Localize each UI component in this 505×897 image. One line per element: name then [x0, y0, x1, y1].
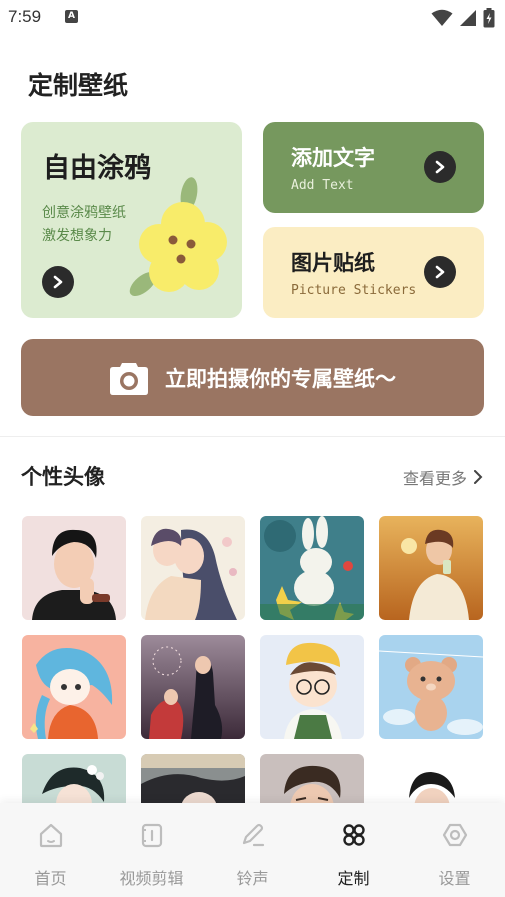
bottom-nav: 首页 视频剪辑 铃声 定制 设置: [0, 803, 505, 897]
avatar-thumb[interactable]: [22, 516, 126, 620]
customize-icon: [338, 819, 370, 851]
camera-button[interactable]: 立即拍摄你的专属壁纸～: [21, 339, 484, 416]
signal-icon: [460, 10, 476, 26]
section-divider: [0, 436, 505, 437]
sticker-arrow-button[interactable]: [424, 256, 456, 288]
avatar-couple-fireworks: [141, 635, 245, 739]
flower-illustration: [129, 177, 227, 296]
chevron-right-icon: [53, 275, 63, 289]
avatar-thumb[interactable]: [22, 635, 126, 739]
add-text-card[interactable]: 添加文字 Add Text: [263, 122, 484, 213]
avatar-thumb[interactable]: [260, 516, 364, 620]
avatar-bear-sky: [379, 635, 483, 739]
video-edit-icon: [136, 819, 168, 851]
view-more-link[interactable]: 查看更多: [403, 465, 483, 489]
camera-button-label: 立即拍摄你的专属壁纸～: [165, 366, 396, 391]
sticker-subtitle: Picture Stickers: [291, 283, 417, 298]
doodle-desc-line2: 激发想象力: [42, 228, 112, 244]
nav-item-video-edit[interactable]: 视频剪辑: [101, 803, 202, 897]
sticker-card[interactable]: 图片贴纸 Picture Stickers: [263, 227, 484, 318]
nav-item-settings[interactable]: 设置: [404, 803, 505, 897]
nav-item-home[interactable]: 首页: [0, 803, 101, 897]
avatar-blue-hair-girl: [22, 635, 126, 739]
chevron-right-icon: [435, 265, 445, 279]
nav-label: 设置: [438, 869, 471, 888]
home-icon: [35, 819, 67, 851]
nav-item-customize[interactable]: 定制: [303, 803, 404, 897]
add-text-subtitle: Add Text: [291, 178, 354, 193]
avatar-boy-black-shirt: [22, 516, 126, 620]
nav-label: 首页: [34, 869, 67, 888]
nav-label: 铃声: [236, 869, 269, 888]
doodle-desc-line1: 创意涂鸦壁纸: [42, 205, 126, 221]
add-text-arrow-button[interactable]: [424, 151, 456, 183]
wifi-icon: [431, 9, 453, 26]
settings-icon: [439, 819, 471, 851]
doodle-card-desc: 创意涂鸦壁纸 激发想象力: [42, 202, 126, 248]
status-icons: [431, 8, 495, 28]
sticker-title: 图片贴纸: [291, 251, 375, 275]
camera-icon: [110, 362, 148, 395]
avatar-thumb[interactable]: [379, 635, 483, 739]
notification-icon: A: [65, 10, 78, 23]
avatar-cartoon-boy-glasses: [260, 635, 364, 739]
status-time: 7:59: [8, 7, 42, 26]
avatar-thumb[interactable]: [141, 635, 245, 739]
avatar-thumb[interactable]: [379, 516, 483, 620]
page-title: 定制壁纸: [28, 71, 129, 100]
nav-label: 视频剪辑: [119, 869, 184, 888]
avatar-thumb[interactable]: [260, 635, 364, 739]
nav-label: 定制: [337, 869, 370, 888]
avatars-section-title: 个性头像: [21, 465, 105, 489]
battery-icon: [483, 8, 495, 28]
chevron-right-icon: [474, 470, 483, 484]
ringtone-icon: [237, 819, 269, 851]
avatar-couple-anime: [141, 516, 245, 620]
avatar-boy-sunset: [379, 516, 483, 620]
status-bar: 7:59 A: [0, 0, 505, 36]
add-text-title: 添加文字: [291, 146, 375, 170]
doodle-card[interactable]: 自由涂鸦 创意涂鸦壁纸 激发想象力: [21, 122, 242, 318]
doodle-arrow-button[interactable]: [42, 266, 74, 298]
view-more-label: 查看更多: [402, 469, 467, 488]
avatar-thumb[interactable]: [141, 516, 245, 620]
chevron-right-icon: [435, 160, 445, 174]
avatar-bunny-stars: [260, 516, 364, 620]
nav-item-ringtone[interactable]: 铃声: [202, 803, 303, 897]
